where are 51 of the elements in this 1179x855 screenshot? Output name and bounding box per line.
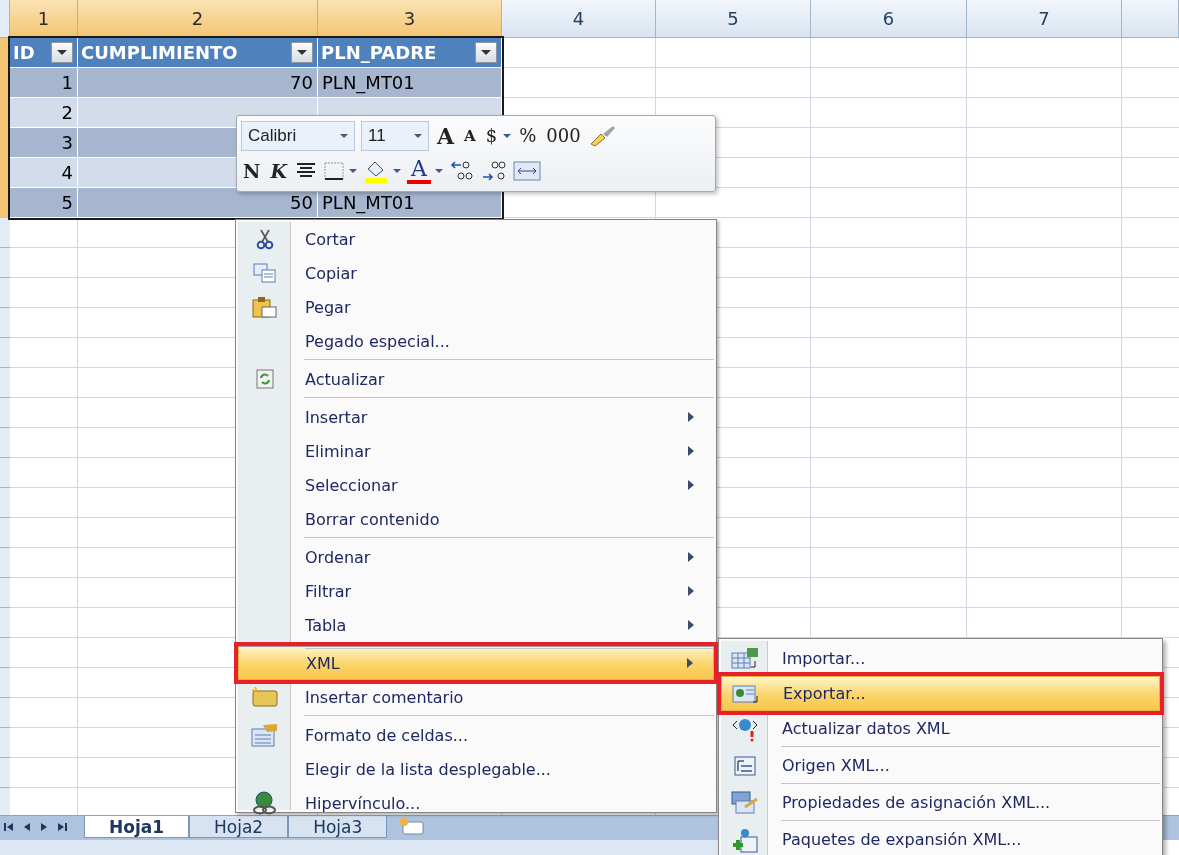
font-color-button[interactable]: A	[406, 158, 431, 185]
bold-button[interactable]: N	[241, 160, 263, 183]
menu-item[interactable]: Pegado especial...	[238, 324, 714, 358]
menu-item[interactable]: Filtrar	[238, 574, 714, 608]
menu-item[interactable]: Actualizar	[238, 358, 714, 396]
format-button[interactable]: $	[483, 125, 500, 147]
column-header[interactable]: 1	[10, 0, 78, 38]
menu-item[interactable]: Pegar	[238, 290, 714, 324]
menu-item[interactable]: Paquetes de expansión XML...	[721, 820, 1160, 855]
menu-item[interactable]: Origen XML...	[721, 746, 1160, 783]
table-cell: 1	[10, 68, 78, 98]
menu-item[interactable]: Importar...	[721, 641, 1160, 676]
column-header[interactable]: 6	[811, 0, 967, 38]
font-size-button[interactable]: A	[435, 122, 457, 149]
sheet-tab[interactable]: Hoja3	[288, 816, 388, 838]
menu-item[interactable]: Copiar	[238, 256, 714, 290]
table-cell: PLN_MT01	[318, 68, 502, 98]
header-label: CUMPLIMIENTO	[81, 42, 238, 63]
menu-item[interactable]: Formato de celdas...	[238, 714, 714, 752]
font-combo-box[interactable]: Calibri	[241, 120, 355, 151]
table-cell: 2	[10, 98, 78, 128]
menu-item[interactable]: Cortar	[238, 222, 714, 256]
column-header[interactable]: 2	[78, 0, 318, 38]
column-header[interactable]: 7	[967, 0, 1122, 38]
menu-item[interactable]: Tabla	[238, 608, 714, 642]
menu-item[interactable]: Elegir de la lista desplegable...	[238, 752, 714, 786]
table-cell: 50	[78, 188, 318, 218]
font-size-button[interactable]: A	[462, 126, 478, 145]
menu-item[interactable]: Seleccionar	[238, 468, 714, 502]
menu-item[interactable]: Insertar comentario	[238, 680, 714, 714]
column-header[interactable]: 3	[318, 0, 502, 38]
format-button[interactable]: 000	[544, 125, 583, 147]
menu-item[interactable]: Eliminar	[238, 434, 714, 468]
menu-item[interactable]: Actualizar datos XML	[721, 711, 1160, 746]
header-label: PLN_PADRE	[321, 42, 437, 63]
table-cell: 5	[10, 188, 78, 218]
column-header[interactable]: 5	[656, 0, 811, 38]
table-cell: 70	[78, 68, 318, 98]
sheet-tab[interactable]: Hoja1	[84, 816, 190, 838]
column-header[interactable]: 4	[502, 0, 656, 38]
sheet-tab[interactable]: Hoja2	[189, 816, 289, 838]
italic-button[interactable]: K	[268, 160, 289, 183]
table-cell: 4	[10, 158, 78, 188]
header-label: ID	[13, 42, 35, 63]
menu-item[interactable]: Propiedades de asignación XML...	[721, 783, 1160, 820]
table-cell: 3	[10, 128, 78, 158]
format-button[interactable]: %	[517, 125, 539, 147]
menu-item[interactable]: Ordenar	[238, 536, 714, 574]
menu-item[interactable]: Borrar contenido	[238, 502, 714, 536]
menu-item[interactable]: Insertar	[238, 396, 714, 434]
font-combo-box[interactable]: 11	[361, 120, 429, 151]
